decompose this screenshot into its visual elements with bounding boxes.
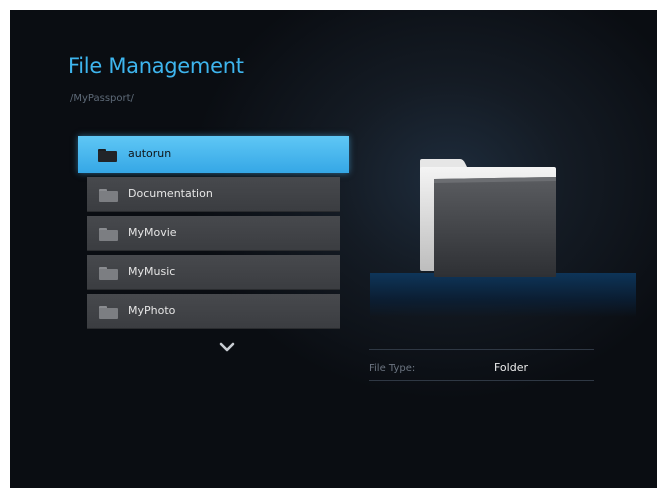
folder-preview-icon [420, 159, 556, 277]
list-item-myphoto[interactable]: MyPhoto [87, 294, 340, 329]
list-item-autorun[interactable]: autorun [78, 136, 349, 173]
list-item-mymovie[interactable]: MyMovie [87, 216, 340, 251]
tv-screen: File Management /MyPassport/ autorun Doc… [10, 10, 657, 488]
list-item-label: MyMovie [128, 226, 177, 239]
details-divider-bottom [369, 380, 594, 381]
list-item-label: autorun [128, 147, 172, 160]
folder-icon [98, 149, 117, 162]
folder-icon [99, 228, 118, 241]
list-item-label: MyPhoto [128, 304, 176, 317]
list-item-documentation[interactable]: Documentation [87, 177, 340, 212]
chevron-down-icon[interactable] [219, 341, 235, 353]
list-item-mymusic[interactable]: MyMusic [87, 255, 340, 290]
breadcrumb-path: /MyPassport/ [70, 93, 134, 104]
folder-icon [99, 306, 118, 319]
folder-icon [99, 189, 118, 202]
folder-icon [99, 267, 118, 280]
list-item-label: Documentation [128, 187, 213, 200]
file-type-value: Folder [494, 361, 528, 374]
file-type-label: File Type: [369, 363, 416, 374]
details-divider-top [369, 349, 594, 350]
list-item-label: MyMusic [128, 265, 176, 278]
preview-panel [370, 145, 640, 325]
page-title: File Management [68, 54, 244, 78]
